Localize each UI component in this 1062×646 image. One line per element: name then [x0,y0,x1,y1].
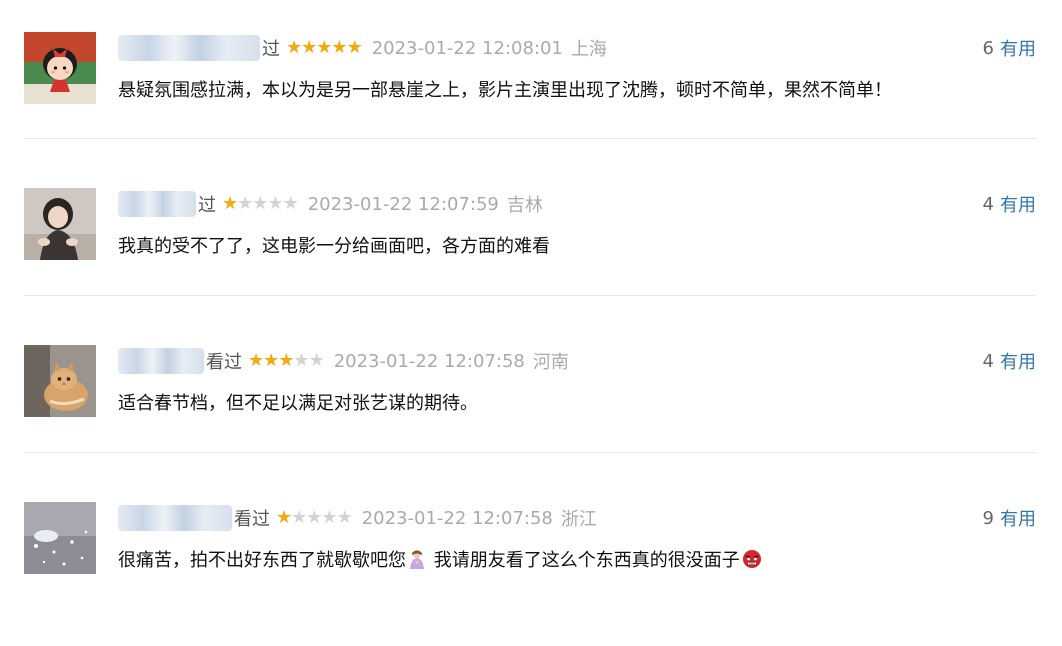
watched-status: 看过 [206,352,242,373]
star-icon-filled: ★ [346,37,363,58]
useful-count: 6 [982,37,994,59]
comment-item: 过 ★ ★ ★ ★ ★ 2023-01-22 12:08:01 上海 6 有用 … [0,18,1062,176]
star-icon-empty: ★ [237,193,254,214]
comment-time: 2023-01-22 12:07:58 [333,350,525,372]
star-icon-filled: ★ [248,350,265,371]
useful-vote: 9 有用 [983,502,1036,534]
cat-photo-avatar-icon[interactable] [24,345,96,417]
star-icon-filled: ★ [278,350,295,371]
username-blurred[interactable] [118,505,232,531]
useful-vote: 6 有用 [983,32,1036,64]
comment-location: 河南 [532,352,569,373]
star-icon-empty: ★ [308,350,325,371]
comment-text-part: 很痛苦，拍不出好东西了就歇歇吧您 [118,550,406,571]
username-blurred[interactable] [118,191,196,217]
comment-text: 悬疑氛围感拉满，本以为是另一部悬崖之上，影片主演里出现了沈腾，顿时不简单，果然不… [118,80,892,101]
star-icon-empty: ★ [252,193,269,214]
comment-text: 很痛苦，拍不出好东西了就歇歇吧您 我请朋友看了这么个东西真的很没面子 [118,546,764,574]
comment-location: 浙江 [560,509,597,530]
star-icon-empty: ★ [321,507,338,528]
useful-count: 9 [982,507,994,529]
comment-meta: 过 ★ ★ ★ ★ ★ 2023-01-22 12:07:59 吉林 [118,188,543,220]
username-blurred[interactable] [118,348,204,374]
star-icon-empty: ★ [293,350,310,371]
star-icon-filled: ★ [316,37,333,58]
comment-time: 2023-01-22 12:07:58 [361,507,553,529]
useful-vote: 4 有用 [983,345,1036,377]
rating-stars: ★ ★ ★ ★ ★ [276,507,353,528]
username-blurred[interactable] [118,35,260,61]
useful-button[interactable]: 有用 [1000,348,1036,374]
comment-location: 上海 [570,39,607,60]
star-icon-filled: ★ [286,37,303,58]
watched-status: 过 [198,195,216,216]
star-icon-filled: ★ [222,193,239,214]
comment-meta: 过 ★ ★ ★ ★ ★ 2023-01-22 12:08:01 上海 [118,32,607,64]
comment-time: 2023-01-22 12:07:59 [307,193,499,215]
comment-location: 吉林 [506,195,543,216]
star-icon-empty: ★ [267,193,284,214]
useful-vote: 4 有用 [983,188,1036,220]
useful-button[interactable]: 有用 [1000,191,1036,217]
rating-stars: ★ ★ ★ ★ ★ [222,193,299,214]
comment-text: 适合春节档，但不足以满足对张艺谋的期待。 [118,393,478,414]
star-icon-filled: ★ [276,507,293,528]
comment-time: 2023-01-22 12:08:01 [371,37,563,59]
comment-item: 看过 ★ ★ ★ ★ ★ 2023-01-22 12:07:58 浙江 9 有用… [0,488,1062,646]
comment-item: 看过 ★ ★ ★ ★ ★ 2023-01-22 12:07:58 河南 4 有用… [0,331,1062,489]
useful-button[interactable]: 有用 [1000,505,1036,531]
angry-face-emoji-icon [742,549,762,574]
comment-meta: 看过 ★ ★ ★ ★ ★ 2023-01-22 12:07:58 河南 [118,345,569,377]
star-icon-filled: ★ [301,37,318,58]
star-icon-empty: ★ [291,507,308,528]
comment-meta: 看过 ★ ★ ★ ★ ★ 2023-01-22 12:07:58 浙江 [118,502,597,534]
star-icon-empty: ★ [306,507,323,528]
rating-stars: ★ ★ ★ ★ ★ [286,37,363,58]
divider [24,295,1036,296]
cartoon-girl-avatar-icon[interactable] [24,32,96,104]
divider [24,452,1036,453]
watched-status: 看过 [234,509,270,530]
star-icon-filled: ★ [331,37,348,58]
comment-list: 过 ★ ★ ★ ★ ★ 2023-01-22 12:08:01 上海 6 有用 … [0,0,1062,605]
watched-status: 过 [262,39,280,60]
comment-text: 我真的受不了了，这电影一分给画面吧，各方面的难看 [118,236,550,257]
comment-text-part: 我请朋友看了这么个东西真的很没面子 [433,550,740,571]
sparkle-photo-avatar-icon[interactable] [24,502,96,574]
divider [24,138,1036,139]
person-bowing-emoji-icon [408,549,426,574]
useful-button[interactable]: 有用 [1000,35,1036,61]
useful-count: 4 [982,350,994,372]
rating-stars: ★ ★ ★ ★ ★ [248,350,325,371]
comment-item: 过 ★ ★ ★ ★ ★ 2023-01-22 12:07:59 吉林 4 有用 … [0,174,1062,332]
star-icon-empty: ★ [282,193,299,214]
star-icon-filled: ★ [263,350,280,371]
useful-count: 4 [982,193,994,215]
star-icon-empty: ★ [336,507,353,528]
girl-photo-avatar-icon[interactable] [24,188,96,260]
